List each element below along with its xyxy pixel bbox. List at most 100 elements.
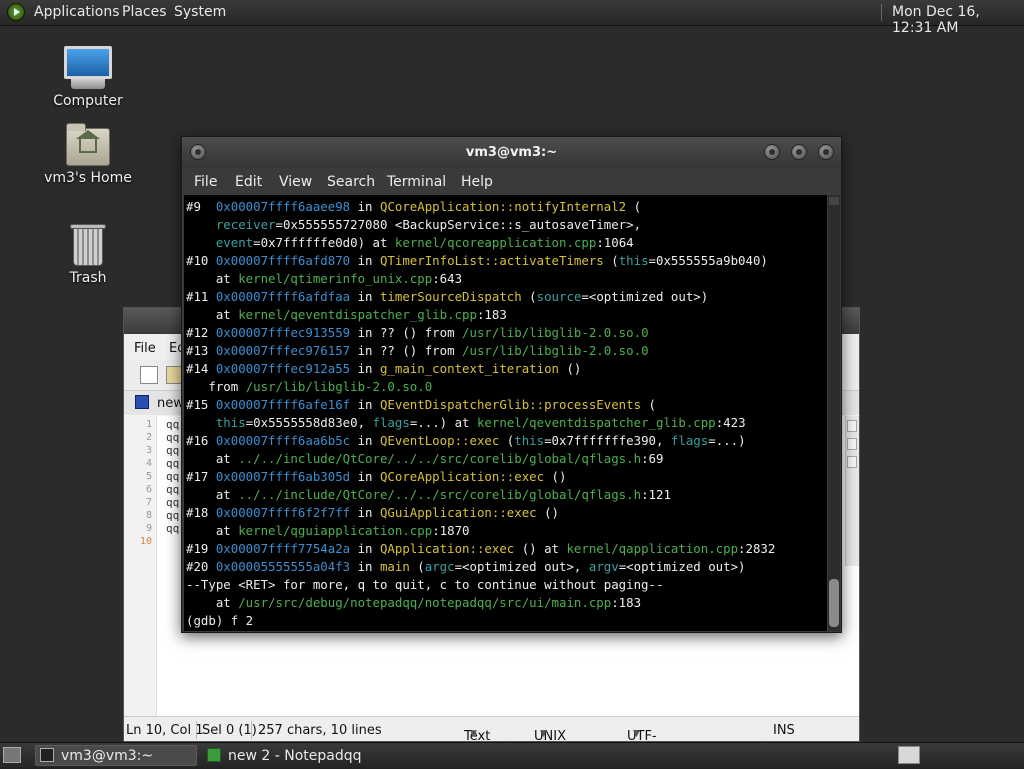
term-menu-file[interactable]: File bbox=[194, 174, 217, 190]
terminal-line: #11 0x00007ffff6afdfaa in timerSourceDis… bbox=[186, 289, 709, 304]
term-menu-terminal[interactable]: Terminal bbox=[387, 174, 446, 190]
task-label: new 2 - Notepadqq bbox=[228, 748, 362, 764]
terminal-line: #17 0x00007ffff6ab305d in QCoreApplicati… bbox=[186, 469, 567, 484]
insert-mode[interactable]: INS bbox=[773, 723, 795, 738]
desktop-icon-label: Trash bbox=[69, 270, 107, 286]
code-line: qq bbox=[166, 418, 180, 431]
scroll-down-icon[interactable] bbox=[847, 456, 857, 468]
notepadqq-statusbar: Ln 10, Col 1 Sel 0 (1) 257 chars, 10 lin… bbox=[124, 716, 859, 742]
selection-info: Sel 0 (1) bbox=[202, 723, 257, 738]
scroll-thumb[interactable] bbox=[829, 579, 839, 627]
terminal-line: #14 0x00007fffec912a55 in g_main_context… bbox=[186, 361, 582, 376]
terminal-line: at kernel/qeventdispatcher_glib.cpp:183 bbox=[186, 307, 507, 322]
panel-separator bbox=[881, 4, 882, 21]
desktop-icon-label: Computer bbox=[53, 93, 123, 109]
line-number: 2 bbox=[145, 432, 152, 443]
code-line: qq bbox=[166, 483, 180, 496]
editor-scrollbar[interactable] bbox=[845, 416, 859, 566]
maximize-icon[interactable] bbox=[791, 144, 807, 160]
notepadqq-icon bbox=[207, 748, 221, 762]
terminal-line: #12 0x00007fffec913559 in ?? () from /us… bbox=[186, 325, 649, 340]
code-line: qq bbox=[166, 444, 180, 457]
apps-menu-icon[interactable] bbox=[7, 3, 25, 21]
trash-icon bbox=[70, 224, 106, 266]
cursor-position: Ln 10, Col 1 bbox=[126, 723, 204, 738]
task-label: vm3@vm3:~ bbox=[61, 748, 154, 764]
menu-system[interactable]: System bbox=[174, 4, 226, 20]
scroll-up-icon[interactable] bbox=[847, 420, 857, 432]
status-separator bbox=[196, 721, 197, 739]
term-menu-search[interactable]: Search bbox=[327, 174, 375, 190]
terminal-line: #19 0x00007ffff7754a2a in QApplication::… bbox=[186, 541, 776, 556]
terminal-menubar: File Edit View Search Terminal Help bbox=[182, 167, 841, 195]
np-menu-file[interactable]: File bbox=[134, 341, 156, 356]
line-number: 1 bbox=[145, 419, 152, 430]
term-menu-edit[interactable]: Edit bbox=[235, 174, 262, 190]
desktop-icon-label: vm3's Home bbox=[44, 170, 132, 186]
terminal-line: at ../../include/QtCore/../../src/coreli… bbox=[186, 487, 671, 502]
desktop-icon-computer[interactable]: Computer bbox=[38, 46, 138, 109]
syntax-label: Text bbox=[464, 729, 491, 742]
line-number: 4 bbox=[145, 458, 152, 469]
top-panel: Applications Places System Mon Dec 16, 1… bbox=[0, 0, 1024, 36]
line-number: 7 bbox=[145, 497, 152, 508]
workspace-switcher[interactable] bbox=[898, 746, 920, 764]
code-line: qq bbox=[166, 431, 180, 444]
bottom-panel: vm3@vm3:~ new 2 - Notepadqq bbox=[0, 742, 1024, 769]
line-number-gutter: 1 2 3 4 5 6 7 8 9 10 bbox=[124, 416, 157, 716]
terminal-line: #10 0x00007ffff6afd870 in QTimerInfoList… bbox=[186, 253, 768, 268]
task-terminal[interactable]: vm3@vm3:~ bbox=[35, 745, 197, 766]
terminal-line: at ../../include/QtCore/../../src/coreli… bbox=[186, 451, 664, 466]
line-number: 8 bbox=[145, 510, 152, 521]
terminal-line: #18 0x00007ffff6f2f7ff in QGuiApplicatio… bbox=[186, 505, 560, 520]
scroll-handle[interactable] bbox=[847, 438, 857, 450]
terminal-line: (gdb) f 2 bbox=[186, 613, 254, 628]
tab-new-2[interactable]: new bbox=[157, 396, 184, 411]
show-desktop-icon[interactable] bbox=[3, 747, 21, 763]
line-number: 10 bbox=[139, 536, 152, 547]
char-count: 257 chars, 10 lines bbox=[258, 723, 382, 738]
eol-label: UNIX / OS X bbox=[534, 729, 566, 742]
terminal-icon bbox=[40, 748, 54, 762]
code-line: qq bbox=[166, 457, 180, 470]
close-icon[interactable] bbox=[818, 144, 834, 160]
minimize-icon[interactable] bbox=[764, 144, 780, 160]
chevron-down-icon: ▼ bbox=[540, 729, 547, 739]
desktop-icon-home[interactable]: vm3's Home bbox=[38, 123, 138, 186]
code-line: qq bbox=[166, 470, 180, 483]
terminal-line: --Type <RET> for more, q to quit, c to c… bbox=[186, 577, 664, 592]
terminal-output[interactable]: #9 0x00007ffff6aaee98 in QCoreApplicatio… bbox=[184, 195, 827, 631]
line-number: 5 bbox=[145, 471, 152, 482]
term-menu-view[interactable]: View bbox=[279, 174, 312, 190]
computer-icon bbox=[38, 46, 138, 89]
status-separator bbox=[251, 721, 252, 739]
terminal-line: event=0x7ffffffe0d0) at kernel/qcoreappl… bbox=[215, 235, 634, 250]
code-line: qq bbox=[166, 509, 180, 522]
terminal-line: #15 0x00007ffff6afe16f in QEventDispatch… bbox=[186, 397, 656, 412]
terminal-line: at kernel/qguiapplication.cpp:1870 bbox=[186, 523, 470, 538]
code-line: qq bbox=[166, 496, 180, 509]
scroll-up-icon[interactable] bbox=[829, 197, 839, 205]
terminal-line: #13 0x00007fffec976157 in ?? () from /us… bbox=[186, 343, 649, 358]
terminal-titlebar[interactable]: vm3@vm3:~ bbox=[182, 137, 841, 167]
menu-applications[interactable]: Applications bbox=[34, 4, 120, 20]
term-menu-help[interactable]: Help bbox=[461, 174, 493, 190]
chevron-down-icon: ▼ bbox=[470, 729, 477, 739]
desktop-icon-trash[interactable]: Trash bbox=[38, 224, 138, 286]
terminal-line: this=0x5555558d83e0, flags=...) at kerne… bbox=[215, 415, 746, 430]
terminal-line: #16 0x00007ffff6aa6b5c in QEventLoop::ex… bbox=[186, 433, 746, 448]
new-file-icon[interactable] bbox=[140, 366, 158, 384]
terminal-line: receiver=0x555555727080 <BackupService::… bbox=[215, 217, 642, 232]
home-folder-icon bbox=[66, 123, 110, 166]
clock[interactable]: Mon Dec 16, 12:31 AM bbox=[892, 4, 1024, 36]
line-number: 3 bbox=[145, 445, 152, 456]
terminal-scrollbar[interactable] bbox=[828, 195, 840, 631]
terminal-line: at /usr/src/debug/notepadqq/notepadqq/sr… bbox=[186, 595, 642, 610]
encoding-label: UTF-8 w/o BOM bbox=[627, 729, 657, 742]
gdb-backtrace: #9 0x00007ffff6aaee98 in QCoreApplicatio… bbox=[186, 198, 775, 630]
menu-places[interactable]: Places bbox=[122, 4, 167, 20]
code-line: qq bbox=[166, 522, 180, 535]
terminal-line: from /usr/lib/libglib-2.0.so.0 bbox=[186, 379, 433, 394]
terminal-window[interactable]: vm3@vm3:~ File Edit View Search Terminal… bbox=[181, 136, 842, 633]
task-notepadqq[interactable]: new 2 - Notepadqq bbox=[202, 745, 378, 766]
